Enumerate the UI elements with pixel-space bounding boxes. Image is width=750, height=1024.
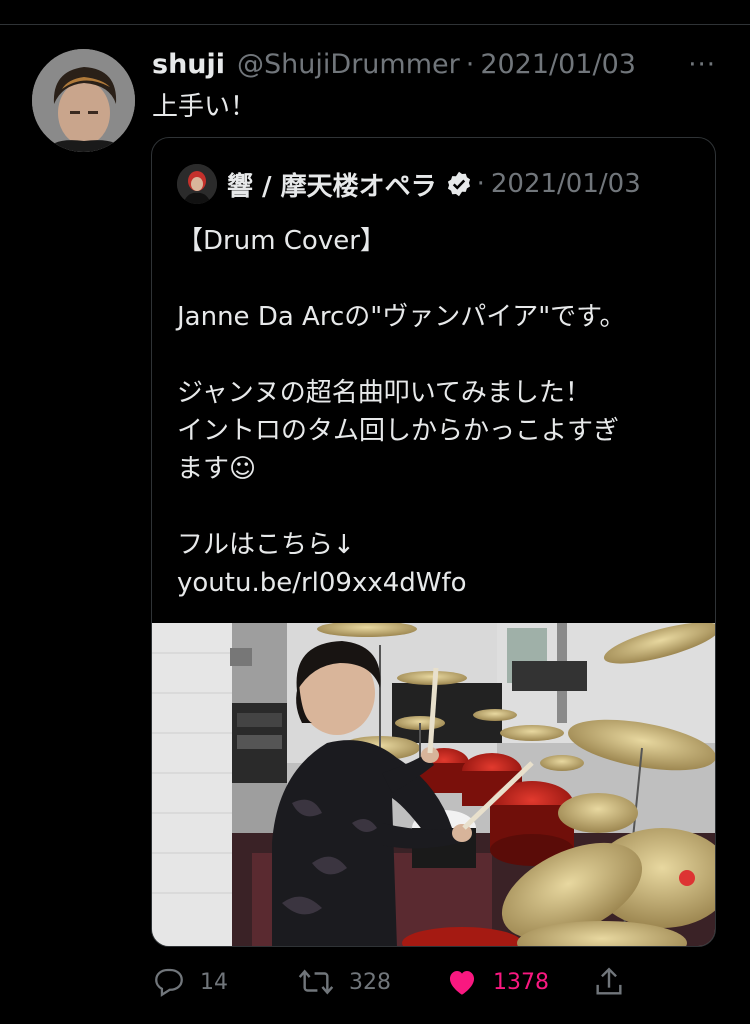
author-name[interactable]: shuji: [152, 49, 225, 80]
quoted-separator: ·: [476, 169, 485, 199]
quoted-line: 【Drum Cover】: [177, 226, 386, 256]
quoted-author-name: 響 / 摩天楼オペラ: [227, 171, 437, 202]
retweet-count: 328: [349, 969, 391, 995]
reply-count: 14: [200, 969, 228, 995]
quoted-line: [177, 260, 707, 298]
like-button[interactable]: 1378: [445, 960, 549, 1004]
tweet-date[interactable]: 2021/01/03: [480, 49, 636, 80]
quoted-avatar: [177, 164, 217, 204]
author-avatar[interactable]: [32, 49, 135, 152]
reply-button[interactable]: 14: [152, 960, 228, 1004]
tweet-text: 上手い！: [152, 92, 257, 122]
tweet-header: shuji @ShujiDrummer · 2021/01/03: [152, 44, 710, 84]
more-options-icon[interactable]: ···: [688, 50, 716, 80]
action-bar: 14 328 1378: [152, 960, 652, 1004]
top-divider: [0, 24, 750, 25]
share-button[interactable]: [592, 960, 640, 1004]
quoted-line: フルはこちら↓: [177, 530, 355, 560]
like-count: 1378: [493, 969, 549, 995]
author-handle[interactable]: @ShujiDrummer: [237, 49, 460, 80]
separator-dot: ·: [465, 48, 475, 80]
quoted-date: 2021/01/03: [490, 169, 641, 199]
retweet-button[interactable]: 328: [297, 960, 391, 1004]
video-thumbnail[interactable]: [152, 623, 715, 946]
quoted-text: 【Drum Cover】 Janne Da Arcの"ヴァンパイア"です。 ジャ…: [177, 222, 707, 602]
quoted-line: Janne Da Arcの"ヴァンパイア"です。: [177, 302, 626, 332]
quoted-tweet[interactable]: 響 / 摩天楼オペラ · 2021/01/03 【Drum Cover】 Jan…: [151, 137, 716, 947]
reply-icon: [155, 968, 183, 997]
quoted-line: イントロのタム回しからかっこよすぎ: [177, 416, 620, 446]
share-icon: [596, 967, 622, 995]
heart-icon: [449, 970, 475, 995]
retweet-icon: [298, 969, 334, 995]
quoted-header: 響 / 摩天楼オペラ · 2021/01/03: [177, 164, 641, 204]
quoted-link[interactable]: youtu.be/rl09xx4dWfo: [177, 564, 707, 602]
quoted-line: [177, 488, 707, 526]
quoted-line: ジャンヌの超名曲叩いてみました！: [177, 378, 591, 408]
quoted-line: ます☺: [177, 454, 257, 484]
verified-badge-icon: [447, 171, 470, 197]
quoted-line: [177, 336, 707, 374]
